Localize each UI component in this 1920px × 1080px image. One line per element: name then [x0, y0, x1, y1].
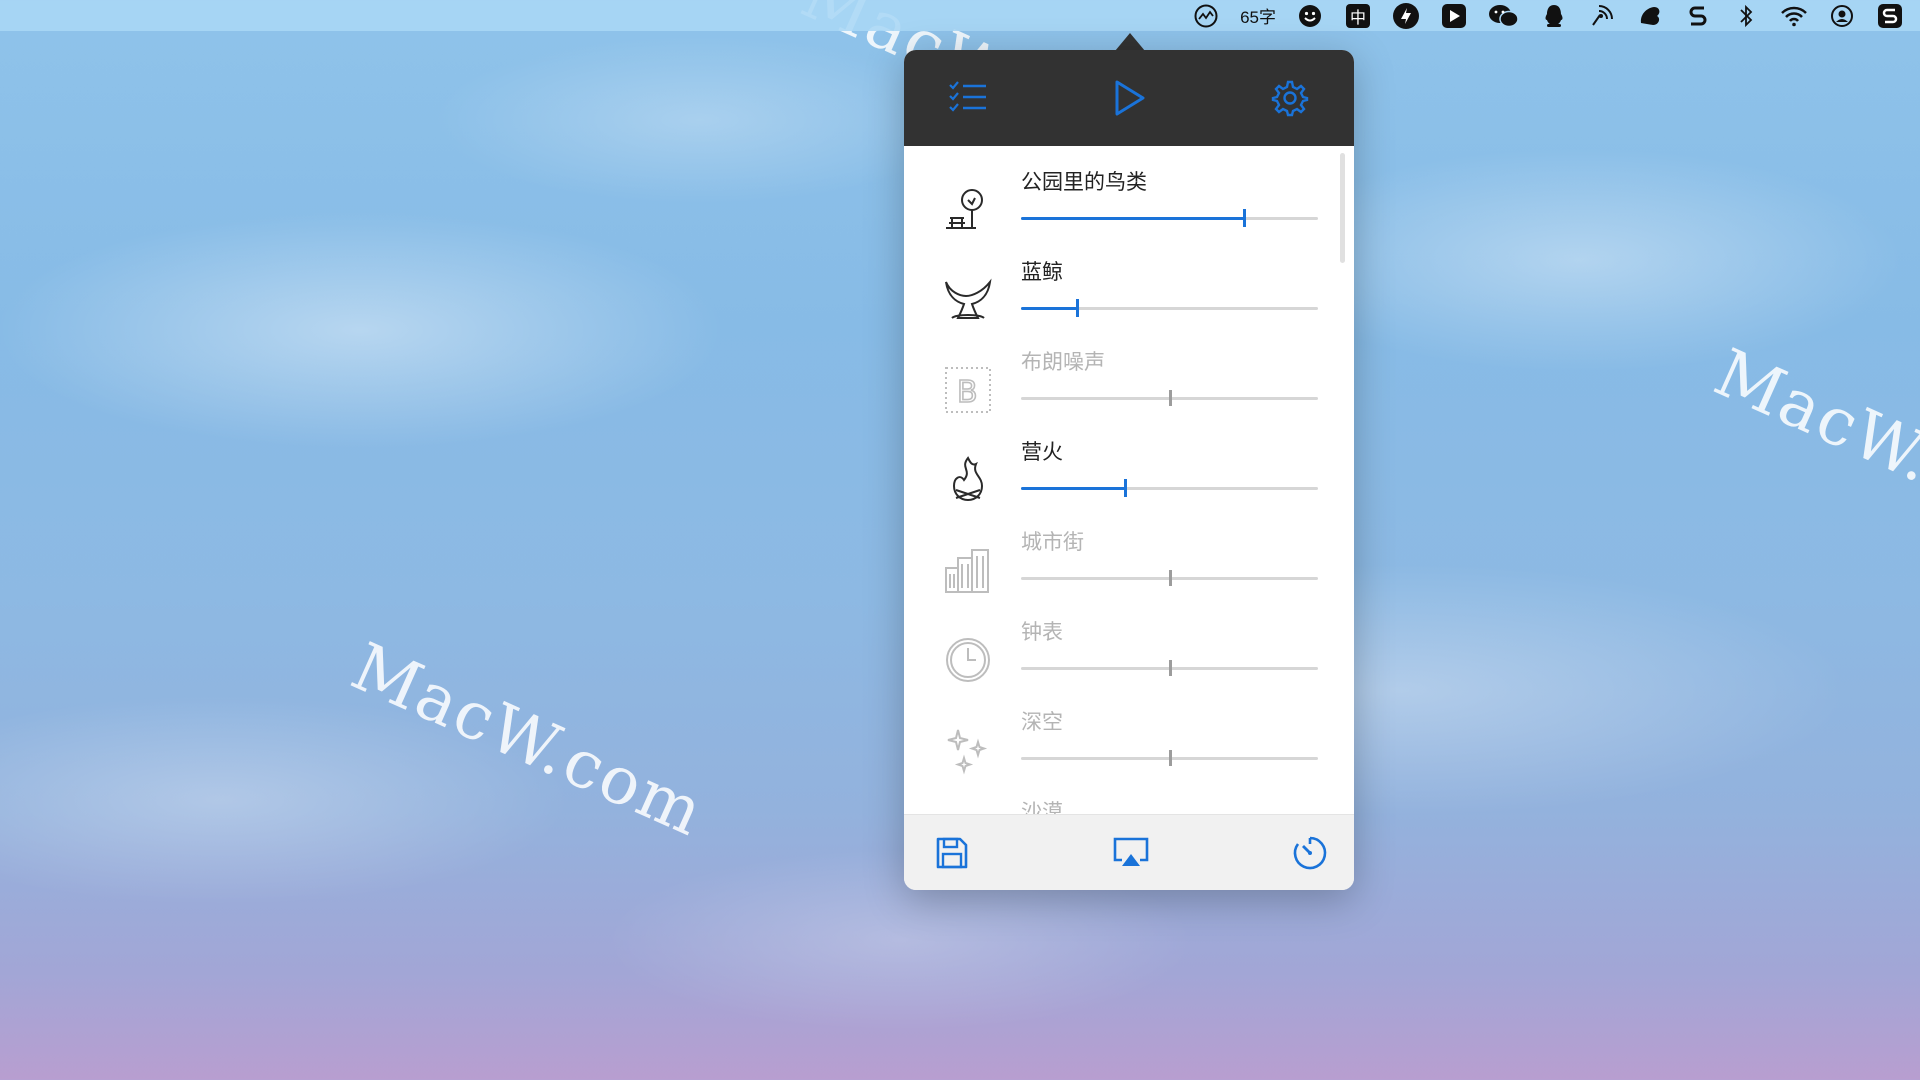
input-method-icon[interactable]: 中 — [1334, 0, 1382, 31]
slider-thumb[interactable] — [1168, 750, 1172, 766]
circle-app-icon[interactable] — [1382, 0, 1430, 31]
whale-tail-icon[interactable] — [942, 274, 994, 326]
s-square-icon[interactable] — [1866, 0, 1920, 31]
slider-thumb[interactable] — [1076, 299, 1080, 317]
slider-fill — [1021, 487, 1125, 490]
sound-list-scrollbar[interactable] — [1340, 153, 1345, 263]
slider-thumb[interactable] — [1242, 209, 1246, 227]
sound-name: 深空 — [1021, 710, 1063, 734]
smiley-icon[interactable] — [1286, 0, 1334, 31]
volume-slider[interactable] — [1021, 568, 1318, 588]
popover-header — [904, 50, 1354, 146]
noizio-menubar-icon[interactable] — [1182, 0, 1230, 31]
squirrel-icon[interactable] — [1626, 0, 1674, 31]
volume-slider[interactable] — [1021, 748, 1318, 768]
sound-row[interactable]: B 布朗噪声 — [904, 336, 1354, 426]
antenna-icon[interactable] — [1578, 0, 1626, 31]
campfire-icon[interactable] — [942, 454, 994, 506]
watermark: MacW.com — [340, 628, 716, 852]
volume-slider[interactable] — [1021, 658, 1318, 678]
user-icon[interactable] — [1818, 0, 1866, 31]
noizio-popover: 公园里的鸟类 蓝鲸 B 布朗噪声 营火 城市街 钟表 深空 沙漠 — [904, 50, 1354, 890]
sound-list[interactable]: 公园里的鸟类 蓝鲸 B 布朗噪声 营火 城市街 钟表 深空 沙漠 — [904, 146, 1354, 866]
timer-icon[interactable] — [1288, 831, 1332, 875]
city-street-icon[interactable] — [942, 544, 994, 596]
sound-row[interactable]: 钟表 — [904, 606, 1354, 696]
svg-text:B: B — [957, 375, 978, 410]
slider-fill — [1021, 217, 1244, 220]
play-icon[interactable] — [1107, 76, 1151, 120]
sound-row[interactable]: 营火 — [904, 426, 1354, 516]
volume-slider[interactable] — [1021, 478, 1318, 498]
s-app-icon[interactable] — [1674, 0, 1722, 31]
airplay-icon[interactable] — [1109, 831, 1153, 875]
park-birds-icon[interactable] — [942, 184, 994, 236]
sound-name: 城市街 — [1021, 530, 1084, 554]
slider-thumb[interactable] — [1168, 660, 1172, 676]
deep-space-icon[interactable] — [942, 724, 994, 776]
wechat-icon[interactable] — [1478, 0, 1530, 31]
sound-name: 蓝鲸 — [1021, 260, 1063, 284]
clock-icon[interactable] — [942, 634, 994, 686]
sound-row[interactable]: 深空 — [904, 696, 1354, 786]
qq-icon[interactable] — [1530, 0, 1578, 31]
sound-name: 营火 — [1021, 440, 1063, 464]
wifi-icon[interactable] — [1770, 0, 1818, 31]
brown-noise-icon[interactable]: B — [942, 364, 994, 416]
volume-slider[interactable] — [1021, 208, 1318, 228]
slider-thumb[interactable] — [1168, 390, 1172, 406]
popover-arrow — [1115, 33, 1145, 51]
bluetooth-icon[interactable] — [1722, 0, 1770, 31]
volume-slider[interactable] — [1021, 298, 1318, 318]
sound-row[interactable]: 公园里的鸟类 — [904, 156, 1354, 246]
input-method-label: 中 — [1346, 3, 1370, 28]
word-count-status[interactable]: 65字 — [1230, 0, 1286, 31]
slider-thumb[interactable] — [1123, 479, 1127, 497]
popover-footer — [904, 814, 1354, 890]
slider-fill — [1021, 307, 1078, 310]
volume-slider[interactable] — [1021, 388, 1318, 408]
checklist-icon[interactable] — [946, 76, 990, 120]
menu-bar: 65字 中 — [0, 0, 1920, 31]
settings-gear-icon[interactable] — [1268, 76, 1312, 120]
sound-row[interactable]: 城市街 — [904, 516, 1354, 606]
watermark: MacW.com — [1703, 334, 1920, 558]
slider-thumb[interactable] — [1168, 570, 1172, 586]
play-app-icon[interactable] — [1430, 0, 1478, 31]
sound-name: 布朗噪声 — [1021, 350, 1105, 374]
sound-row[interactable]: 蓝鲸 — [904, 246, 1354, 336]
sound-name: 公园里的鸟类 — [1021, 170, 1147, 194]
sound-name: 钟表 — [1021, 620, 1063, 644]
save-icon[interactable] — [930, 831, 974, 875]
